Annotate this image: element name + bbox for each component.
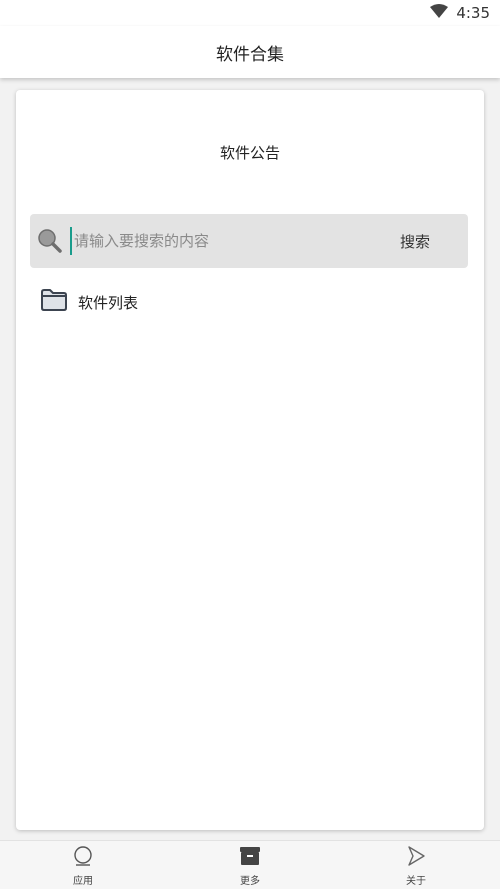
wifi-icon: [430, 4, 449, 22]
search-bar: 搜索: [30, 214, 468, 268]
status-bar: 4:35: [0, 0, 500, 26]
status-right: 4:35: [430, 4, 490, 22]
search-input[interactable]: [70, 227, 374, 255]
nav-label-more: 更多: [240, 876, 260, 887]
nav-label-apps: 应用: [73, 876, 93, 887]
page-title: 软件合集: [216, 44, 284, 65]
search-button[interactable]: 搜索: [400, 231, 430, 252]
nav-label-about: 关于: [406, 876, 426, 887]
list-item-label: 软件列表: [78, 293, 139, 312]
app-bar: 软件合集: [0, 26, 500, 78]
notice-title: 软件公告: [219, 144, 280, 162]
nav-item-more[interactable]: 更多: [210, 845, 290, 887]
folder-icon: [40, 288, 68, 316]
play-outline-icon: [405, 845, 427, 871]
list-item-software-list[interactable]: 软件列表: [40, 288, 138, 316]
search-icon: [37, 228, 63, 254]
nav-item-about[interactable]: 关于: [376, 845, 456, 887]
bottom-nav: 应用 更多 关于: [0, 840, 500, 889]
nav-item-apps[interactable]: 应用: [43, 845, 123, 887]
archive-icon: [239, 845, 261, 871]
status-time: 4:35: [456, 4, 490, 22]
main-card: 软件公告 搜索 软件列表: [16, 90, 484, 830]
circle-icon: [72, 845, 94, 871]
